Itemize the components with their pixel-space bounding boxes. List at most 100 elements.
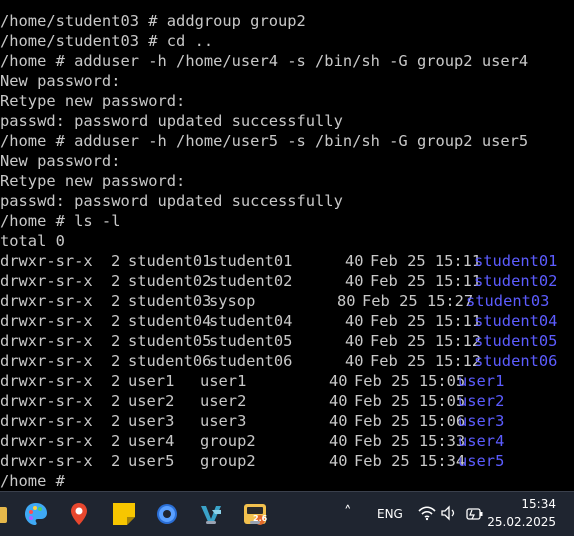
terminal-line: New password: <box>0 72 121 90</box>
ls-links: 2 <box>111 412 121 430</box>
ls-row: drwxr-sr-x 2 user3 user3 40 Feb 25 15:06 user3 <box>0 411 574 431</box>
ls-permissions: drwxr-sr-x <box>0 292 93 310</box>
ls-group: student05 <box>209 332 293 350</box>
ls-row: drwxr-sr-x 2 user1 user1 40 Feb 25 15:05 user1 <box>0 371 574 391</box>
ls-entry-name: student06 <box>474 352 558 370</box>
ls-links: 2 <box>111 252 121 270</box>
ls-entry-name: user3 <box>458 412 505 430</box>
ls-permissions: drwxr-sr-x <box>0 372 93 390</box>
clock-date: 25.02.2025 <box>487 515 556 529</box>
terminal-line: Retype new password: <box>0 172 186 190</box>
terminal-line: /home # adduser -h /home/user4 -s /bin/s… <box>0 52 529 70</box>
ls-links: 2 <box>111 352 121 370</box>
ls-date: Feb 25 15:33 <box>354 432 466 450</box>
ls-group: group2 <box>200 452 256 470</box>
file-explorer-icon[interactable] <box>0 501 8 527</box>
visual-studio-icon[interactable] <box>198 501 224 527</box>
ls-group: user3 <box>200 412 247 430</box>
terminal-line: total 0 <box>0 232 65 250</box>
ls-entry-name: user1 <box>458 372 505 390</box>
ls-date: Feb 25 15:05 <box>354 372 466 390</box>
ls-links: 2 <box>111 392 121 410</box>
ls-owner: user4 <box>128 432 175 450</box>
ls-entry-name: student01 <box>474 252 558 270</box>
ls-date: Feb 25 15:11 <box>370 312 482 330</box>
language-indicator[interactable]: ENG <box>377 507 403 521</box>
terminal-line: passwd: password updated successfully <box>0 192 343 210</box>
ls-size: 40 <box>345 272 364 290</box>
terminal-line: passwd: password updated successfully <box>0 112 343 130</box>
ls-date: Feb 25 15:12 <box>370 352 482 370</box>
ls-links: 2 <box>111 432 121 450</box>
terminal-line: Retype new password: <box>0 92 186 110</box>
wifi-icon[interactable] <box>418 505 436 525</box>
ls-permissions: drwxr-sr-x <box>0 452 93 470</box>
sticky-notes-icon[interactable] <box>111 501 137 527</box>
speaker-icon[interactable] <box>440 505 458 525</box>
ls-owner: student02 <box>128 272 212 290</box>
terminal-line: /home/student03 # addgroup group2 <box>0 12 306 30</box>
ls-owner: student06 <box>128 352 212 370</box>
ls-date: Feb 25 15:06 <box>354 412 466 430</box>
ls-row: drwxr-sr-x 2 student04 student04 40 Feb 25 15… <box>0 311 574 331</box>
ls-links: 2 <box>111 312 121 330</box>
vm-app-icon[interactable]: 2.6 <box>242 501 268 527</box>
ls-entry-name: student02 <box>474 272 558 290</box>
current-prompt[interactable]: /home # <box>0 471 65 491</box>
ls-date: Feb 25 15:34 <box>354 452 466 470</box>
ls-date: Feb 25 15:27 <box>362 292 474 310</box>
ls-links: 2 <box>111 372 121 390</box>
ls-permissions: drwxr-sr-x <box>0 412 93 430</box>
ls-row: drwxr-sr-x 2 student01 student01 40 Feb 25 15… <box>0 251 574 271</box>
ls-permissions: drwxr-sr-x <box>0 312 93 330</box>
ls-row: drwxr-sr-x 2 user5 group2 40 Feb 25 15:34 user… <box>0 451 574 471</box>
maps-icon[interactable] <box>66 501 92 527</box>
paint-icon[interactable] <box>23 501 49 527</box>
settings-gear-icon[interactable] <box>154 501 180 527</box>
ls-size: 40 <box>329 452 348 470</box>
ls-entry-name: user2 <box>458 392 505 410</box>
ls-owner: user3 <box>128 412 175 430</box>
ls-entry-name: user4 <box>458 432 505 450</box>
ls-links: 2 <box>111 332 121 350</box>
ls-group: student04 <box>209 312 293 330</box>
ls-row: drwxr-sr-x 2 student02 student02 40 Feb 25 15… <box>0 271 574 291</box>
ls-permissions: drwxr-sr-x <box>0 392 93 410</box>
ls-links: 2 <box>111 452 121 470</box>
ls-row: drwxr-sr-x 2 student05 student05 40 Feb 25 15… <box>0 331 574 351</box>
terminal-line: /home # adduser -h /home/user5 -s /bin/s… <box>0 132 529 150</box>
ls-permissions: drwxr-sr-x <box>0 252 93 270</box>
ls-owner: student03 <box>128 292 212 310</box>
ls-date: Feb 25 15:11 <box>370 272 482 290</box>
ls-row: drwxr-sr-x 2 user2 user2 40 Feb 25 15:05 user2 <box>0 391 574 411</box>
ls-group: sysop <box>209 292 256 310</box>
ls-group: user1 <box>200 372 247 390</box>
ls-entry-name: student04 <box>474 312 558 330</box>
terminal-line: /home/student03 # cd .. <box>0 32 214 50</box>
ls-row: drwxr-sr-x 2 student03 sysop 80 Feb 25 15:27 s… <box>0 291 574 311</box>
ls-size: 40 <box>345 332 364 350</box>
ls-row: drwxr-sr-x 2 student06 student06 40 Feb 25 15… <box>0 351 574 371</box>
ls-date: Feb 25 15:12 <box>370 332 482 350</box>
ls-size: 40 <box>329 412 348 430</box>
ls-size: 40 <box>329 432 348 450</box>
terminal-window[interactable]: /home/student03 # addgroup group2/home/s… <box>0 0 574 491</box>
ls-permissions: drwxr-sr-x <box>0 272 93 290</box>
ls-entry-name: student05 <box>474 332 558 350</box>
taskbar: 2.6 ˄ ENG 15:34 25.02.2025 <box>0 491 574 536</box>
ls-group: user2 <box>200 392 247 410</box>
clock-time: 15:34 <box>521 497 556 511</box>
ls-group: student02 <box>209 272 293 290</box>
ls-size: 40 <box>345 352 364 370</box>
ls-size: 40 <box>345 252 364 270</box>
ls-permissions: drwxr-sr-x <box>0 332 93 350</box>
terminal-line: New password: <box>0 152 121 170</box>
ls-group: student06 <box>209 352 293 370</box>
ls-entry-name: user5 <box>458 452 505 470</box>
terminal-line: /home # ls -l <box>0 212 121 230</box>
show-hidden-icons-chevron[interactable]: ˄ <box>344 503 352 521</box>
ls-size: 80 <box>337 292 356 310</box>
ls-permissions: drwxr-sr-x <box>0 432 93 450</box>
battery-icon[interactable] <box>466 506 484 525</box>
ls-owner: student04 <box>128 312 212 330</box>
